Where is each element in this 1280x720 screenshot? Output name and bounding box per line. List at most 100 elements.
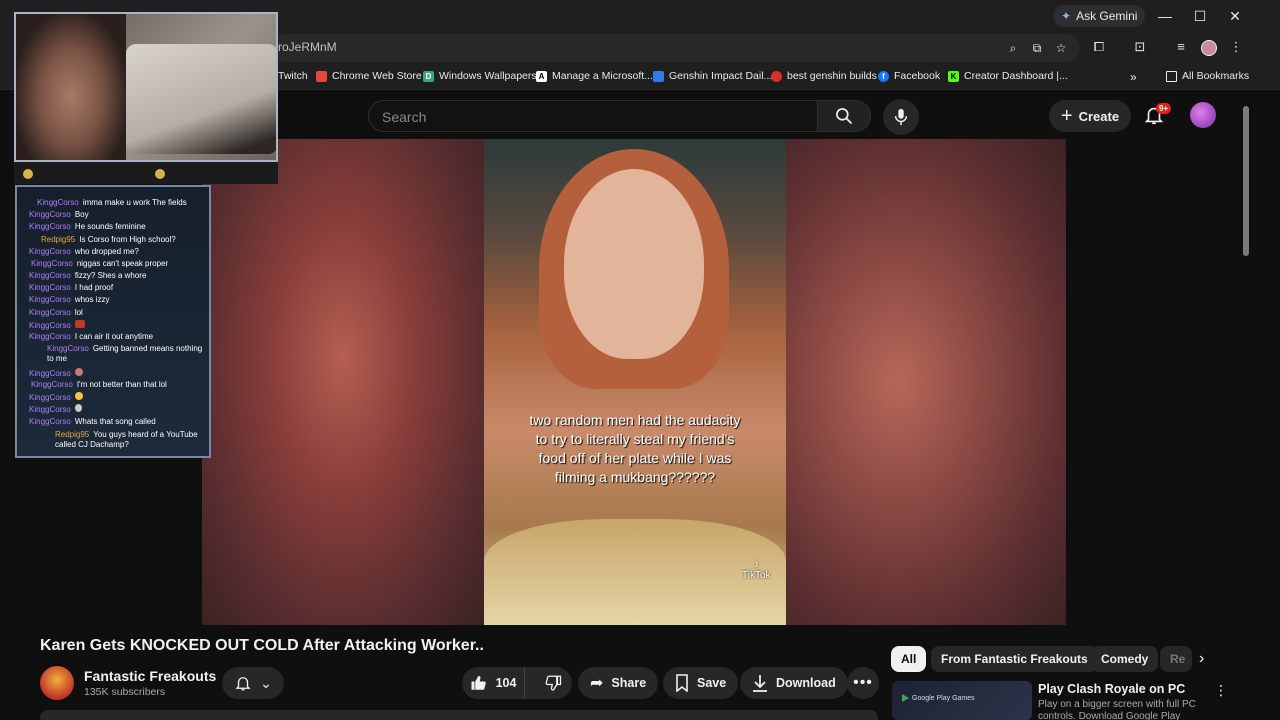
plus-icon: + [1060, 105, 1073, 127]
ask-gemini-label: Ask Gemini [1076, 9, 1138, 23]
badge-icon [23, 169, 33, 179]
blurred-backdrop-right [786, 139, 1066, 625]
create-button[interactable]: + Create [1049, 100, 1131, 132]
builds-icon [771, 70, 782, 82]
chat-message: KinggCorso He sounds feminine [29, 222, 146, 232]
chat-username: KinggCorso [37, 198, 79, 207]
subscribed-notifications-button[interactable]: ⌄ [222, 667, 284, 699]
chat-message: KinggCorso who dropped me? [29, 247, 139, 257]
chat-message: KinggCorso Getting banned means nothing t… [47, 344, 207, 364]
bookmark-twitch[interactable]: Twitch [278, 70, 308, 82]
emote-icon [74, 368, 83, 376]
bookmark-creator-dashboard[interactable]: K Creator Dashboard |... [948, 70, 1068, 82]
webcam-bottom-bar [14, 162, 278, 184]
recommendation-thumbnail[interactable]: Google Play Games [892, 681, 1032, 720]
search-icon [836, 108, 853, 125]
profile-avatar[interactable] [1201, 40, 1217, 56]
chat-username: KinggCorso [29, 295, 71, 304]
chat-username: KinggCorso [29, 405, 71, 414]
chat-message: KinggCorso niggas can't speak proper [31, 259, 168, 269]
chat-username: KinggCorso [29, 308, 71, 317]
chat-username: KinggCorso [31, 380, 73, 389]
save-button[interactable]: Save [663, 667, 739, 699]
bookmark-label: Chrome Web Store [332, 70, 422, 82]
bookmark-genshin-builds[interactable]: best genshin builds [771, 70, 877, 82]
download-label: Download [776, 676, 836, 690]
close-icon[interactable]: ✕ [1225, 6, 1245, 26]
like-button[interactable]: 104 [462, 667, 526, 699]
minimize-icon[interactable]: — [1155, 6, 1175, 26]
chat-message: Redpig95 Is Corso from High school? [41, 235, 176, 245]
chat-message: KinggCorso I had proof [29, 283, 113, 293]
url-text: roJeRMnM [278, 40, 337, 54]
thumbs-up-icon [471, 676, 486, 690]
channel-name[interactable]: Fantastic Freakouts [84, 668, 216, 684]
chat-username: KinggCorso [29, 283, 71, 292]
page-scrollbar[interactable] [1243, 106, 1249, 256]
chip-partial[interactable]: Re [1160, 646, 1192, 672]
search-button[interactable] [817, 100, 871, 132]
google-play-icon [902, 694, 909, 702]
account-avatar[interactable] [1190, 102, 1216, 128]
bookmark-all-bookmarks[interactable]: All Bookmarks [1166, 70, 1249, 82]
bookmark-chrome-web-store[interactable]: Chrome Web Store [316, 70, 422, 82]
ask-gemini-button[interactable]: ✦ Ask Gemini [1053, 5, 1146, 27]
emote-icon [74, 320, 85, 328]
share-label: Share [611, 676, 647, 690]
zoom-icon[interactable]: ⌕ [1004, 41, 1022, 56]
chat-text: fizzy? Shes a whore [74, 271, 147, 280]
chat-message: KinggCorso [29, 320, 85, 331]
share-button[interactable]: ➦ Share [578, 667, 659, 699]
chip-all[interactable]: All [891, 646, 927, 672]
chat-message: KinggCorso [29, 392, 83, 403]
gemini-icon: ✦ [1061, 9, 1072, 23]
dislike-button[interactable] [533, 667, 572, 699]
search-input[interactable]: Search [368, 100, 818, 132]
voice-search-button[interactable] [883, 99, 919, 135]
chevron-down-icon: ⌄ [260, 674, 272, 691]
chat-text: Whats that song called [74, 417, 156, 426]
recommendation-title[interactable]: Play Clash Royale on PC [1038, 682, 1185, 696]
chat-username: KinggCorso [29, 222, 71, 231]
omnibox[interactable]: roJeRMnM ⌕ ⧉ ☆ [270, 34, 1080, 62]
extensions-icon[interactable]: ⧠ [1089, 39, 1109, 55]
microphone-icon [894, 108, 908, 126]
download-button[interactable]: Download [740, 667, 848, 699]
thumbnail-label: Google Play Games [902, 694, 975, 702]
tab-search-icon[interactable]: ⊡ [1130, 39, 1150, 55]
chat-username: KinggCorso [47, 344, 89, 353]
chevron-right-icon[interactable]: › [1199, 650, 1204, 668]
channel-avatar[interactable] [40, 666, 74, 700]
bookmark-label: Creator Dashboard |... [964, 70, 1068, 82]
chip-comedy[interactable]: Comedy [1091, 646, 1159, 672]
description-box[interactable] [40, 710, 878, 720]
media-control-icon[interactable]: ≡ [1171, 39, 1191, 54]
chat-message: KinggCorso lol [29, 308, 83, 318]
chat-message: KinggCorso [29, 368, 83, 379]
bookmark-manage-microsoft[interactable]: A Manage a Microsoft... [536, 70, 653, 82]
download-icon [753, 675, 767, 692]
install-app-icon[interactable]: ⧉ [1028, 41, 1046, 56]
bookmark-windows-wallpapers[interactable]: D Windows Wallpapers [423, 70, 537, 82]
more-actions-icon[interactable]: ••• [847, 667, 879, 699]
bookmark-genshin-daily[interactable]: Genshin Impact Dail... [653, 70, 772, 82]
chat-username: KinggCorso [31, 259, 73, 268]
tiktok-icon: ♪ [753, 559, 759, 570]
maximize-icon[interactable]: ☐ [1190, 6, 1210, 26]
browser-menu-icon[interactable]: ⋮ [1226, 39, 1246, 55]
video-frame: two random men had the audacity to try t… [484, 139, 786, 625]
notification-badge: 9+ [1156, 103, 1172, 114]
chip-from-channel[interactable]: From Fantastic Freakouts [931, 646, 1098, 672]
bookmark-label: Manage a Microsoft... [552, 70, 653, 82]
emoji-icon [74, 392, 83, 400]
streamer-webcam-overlay [14, 12, 278, 162]
chat-message: KinggCorso imma make u work The fields [37, 198, 187, 208]
chat-message: KinggCorso Whats that song called [29, 417, 156, 427]
bookmarks-overflow-icon[interactable]: » [1130, 70, 1137, 84]
bookmark-star-icon[interactable]: ☆ [1052, 41, 1070, 55]
bookmark-facebook[interactable]: f Facebook [878, 70, 940, 82]
chat-text: imma make u work The fields [82, 198, 187, 207]
video-player[interactable]: two random men had the audacity to try t… [202, 139, 1066, 625]
tiktok-watermark: ♪ TikTok [742, 559, 771, 581]
kebab-menu-icon[interactable]: ⋮ [1214, 682, 1228, 699]
